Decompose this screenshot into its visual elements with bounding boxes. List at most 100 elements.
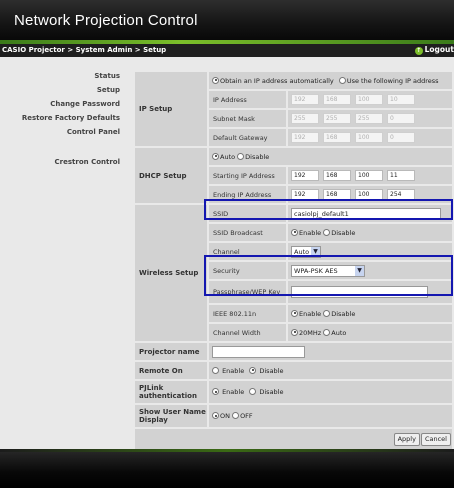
dhcp-start-octet-2[interactable]: 168 [323,170,351,181]
ieee-80211n-options: Enable Disable [288,305,452,322]
channel-value: Auto [294,247,310,256]
ip-address-octet-3[interactable]: 100 [355,94,383,105]
projector-name-input[interactable] [212,345,305,358]
channel-label: Channel [209,243,286,260]
subnet-octet-2[interactable]: 255 [323,113,351,124]
width-auto-label: Auto [331,328,347,337]
channel-select[interactable]: Auto ▼ [291,245,321,258]
ssid-broadcast-enable-label: Enable [299,228,322,237]
dhcp-end-octet-4[interactable]: 254 [387,189,415,200]
dhcp-auto-label: Auto [220,152,236,161]
ieee-disable-label: Disable [331,309,356,318]
subnet-octet-3[interactable]: 255 [355,113,383,124]
remote-on-disable-radio[interactable] [249,366,257,374]
ssid-cell: casiolpj_default1 [288,205,452,222]
dhcp-start-octet-1[interactable]: 192 [291,170,319,181]
dhcp-setup-label: DHCP Setup [135,148,207,203]
subnet-octet-1[interactable]: 255 [291,113,319,124]
remote-on-enable-radio[interactable] [212,366,219,374]
show-user-on-radio[interactable] [212,412,219,419]
sidebar-item-crestron-control[interactable]: Crestron Control [55,158,120,166]
dhcp-end-fields: 192 168 100 254 [288,186,452,203]
subnet-mask-fields: 255 255 255 0 [288,110,452,127]
gateway-octet-1[interactable]: 192 [291,132,319,143]
dhcp-end-label: Ending IP Address [209,186,286,203]
width-auto-radio[interactable] [323,328,331,336]
dhcp-disable-radio[interactable] [237,152,245,160]
dhcp-start-fields: 192 168 100 11 [288,167,452,184]
wireless-setup-label: Wireless Setup [135,205,207,341]
dhcp-end-octet-1[interactable]: 192 [291,189,319,200]
show-user-off-label: OFF [240,412,253,420]
pjlink-label: PJLink authentication [135,381,207,403]
ieee-enable-radio[interactable] [291,309,298,317]
ip-address-octet-2[interactable]: 168 [323,94,351,105]
dhcp-start-octet-3[interactable]: 100 [355,170,383,181]
chevron-down-icon: ▼ [355,265,364,276]
sidebar: Status Setup Change Password Restore Fac… [0,57,128,449]
ssid-input[interactable]: casiolpj_default1 [291,207,441,220]
dhcp-auto-radio[interactable] [212,152,219,160]
ssid-broadcast-disable-radio[interactable] [323,228,331,236]
logout-link[interactable]: ↑ Logout [414,45,454,55]
pjlink-options: Enable Disable [209,381,452,403]
remote-on-disable-label: Disable [259,366,284,375]
ssid-broadcast-label: SSID Broadcast [209,224,286,241]
pjlink-disable-radio[interactable] [249,388,257,395]
passphrase-input[interactable] [291,286,428,298]
projector-name-label: Projector name [135,343,207,360]
sidebar-item-restore-factory-defaults[interactable]: Restore Factory Defaults [22,114,120,122]
gateway-octet-3[interactable]: 100 [355,132,383,143]
show-user-off-radio[interactable] [232,412,240,419]
dhcp-end-octet-3[interactable]: 100 [355,189,383,200]
form-actions: Apply Cancel [135,429,452,450]
pjlink-enable-radio[interactable] [212,388,219,395]
breadcrumb-bar: CASIO Projector > System Admin > Setup ↑… [0,44,454,57]
sidebar-item-change-password[interactable]: Change Password [50,100,120,108]
security-label: Security [209,262,286,279]
dhcp-start-octet-4[interactable]: 11 [387,170,415,181]
width-20mhz-radio[interactable] [291,328,298,336]
cancel-button[interactable]: Cancel [420,433,451,446]
channel-width-options: 20MHz Auto [288,324,452,341]
sidebar-item-status[interactable]: Status [94,72,120,80]
ip-address-fields: 192 168 100 10 [288,91,452,108]
security-select[interactable]: WPA-PSK AES ▼ [291,264,365,277]
ip-auto-radio[interactable] [212,76,219,84]
dhcp-end-octet-2[interactable]: 168 [323,189,351,200]
dhcp-disable-label: Disable [245,152,270,161]
app-title: Network Projection Control [14,12,198,29]
show-user-name-label: Show User Name Display [135,405,207,427]
sidebar-item-setup[interactable]: Setup [97,86,120,94]
gateway-octet-2[interactable]: 168 [323,132,351,143]
show-user-on-label: ON [220,412,230,420]
apply-button[interactable]: Apply [393,433,420,446]
subnet-octet-4[interactable]: 0 [387,113,415,124]
footer-glow [0,449,454,452]
pjlink-enable-label: Enable [222,388,245,396]
show-user-name-options: ON OFF [209,405,452,427]
remote-on-label: Remote On [135,362,207,379]
ip-manual-label: Use the following IP address [346,76,439,85]
gateway-octet-4[interactable]: 0 [387,132,415,143]
gateway-fields: 192 168 100 0 [288,129,452,146]
ip-address-label: IP Address [209,91,286,108]
ssid-broadcast-enable-radio[interactable] [291,228,298,236]
ip-setup-label: IP Setup [135,72,207,146]
ip-address-octet-1[interactable]: 192 [291,94,319,105]
ieee-80211n-label: IEEE 802.11n [209,305,286,322]
dhcp-start-label: Starting IP Address [209,167,286,184]
page-footer [0,449,454,488]
passphrase-cell [288,281,452,303]
ieee-disable-radio[interactable] [323,309,331,317]
ssid-broadcast-disable-label: Disable [331,228,356,237]
ip-auto-label: Obtain an IP address automatically [220,76,334,85]
sidebar-item-control-panel[interactable]: Control Panel [67,128,120,136]
ip-manual-radio[interactable] [338,76,346,84]
chevron-down-icon: ▼ [311,246,320,257]
app-banner: Network Projection Control [0,0,454,44]
ssid-label: SSID [209,205,286,222]
breadcrumb: CASIO Projector > System Admin > Setup [2,46,167,54]
projector-name-cell [209,343,452,360]
ip-address-octet-4[interactable]: 10 [387,94,415,105]
